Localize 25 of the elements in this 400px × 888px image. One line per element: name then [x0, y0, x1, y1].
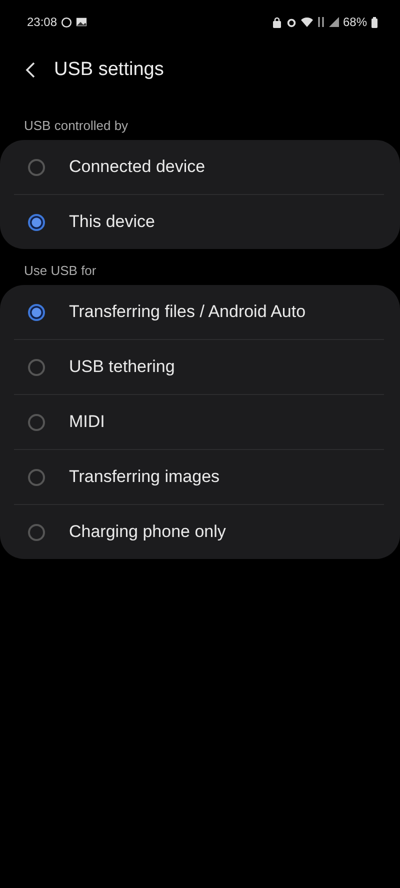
radio-option[interactable]: USB tethering: [14, 340, 384, 395]
lock-icon: [272, 16, 282, 28]
radio-button[interactable]: [28, 214, 45, 230]
radio-option[interactable]: Transferring images: [14, 450, 384, 505]
radio-button[interactable]: [28, 414, 45, 430]
signal-icon: [328, 17, 339, 27]
radio-button[interactable]: [28, 468, 45, 486]
radio-button[interactable]: [28, 524, 45, 540]
radio-option[interactable]: Transferring files / Android Auto: [14, 285, 384, 340]
battery-percent: 68%: [342, 15, 367, 29]
battery-icon: [371, 16, 378, 28]
page-title: USB settings: [54, 59, 164, 81]
radio-option[interactable]: This device: [14, 195, 384, 249]
status-time: 23:08: [27, 15, 58, 29]
radio-option[interactable]: Charging phone only: [14, 505, 384, 559]
image-icon: [76, 17, 88, 27]
back-icon[interactable]: [24, 61, 36, 79]
radio-option[interactable]: Connected device: [14, 140, 384, 195]
radio-button[interactable]: [28, 304, 45, 320]
wifi-icon: [300, 17, 313, 27]
section-heading: USB controlled by: [23, 118, 130, 133]
section-heading: Use USB for: [23, 263, 98, 278]
radio-button[interactable]: [28, 358, 45, 376]
radio-option[interactable]: MIDI: [14, 395, 384, 450]
radio-button[interactable]: [28, 158, 45, 176]
